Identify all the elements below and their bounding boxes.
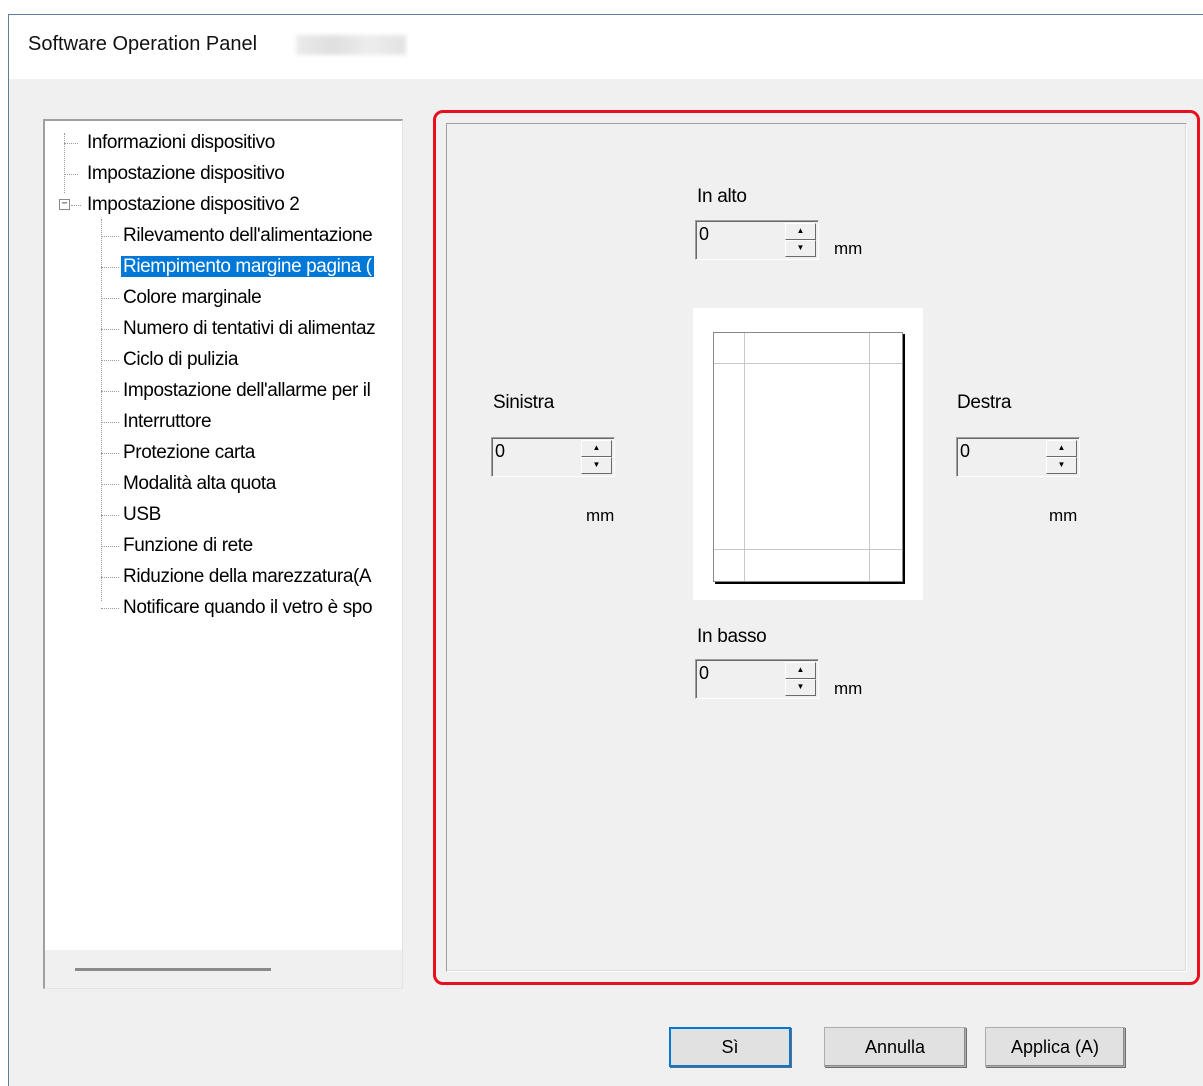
cancel-button[interactable]: Annulla <box>824 1027 966 1067</box>
title-bar[interactable]: Software Operation Panel <box>9 15 1203 79</box>
scrollbar-thumb[interactable] <box>75 968 271 971</box>
right-margin-value[interactable]: 0 <box>960 441 970 462</box>
right-margin-unit: mm <box>1049 506 1078 525</box>
tree-item-impostazione-allarme[interactable]: Impostazione dell'allarme per il <box>121 378 372 404</box>
collapse-toggle-icon[interactable]: − <box>59 199 70 210</box>
left-margin-value[interactable]: 0 <box>495 441 505 462</box>
bottom-margin-value[interactable]: 0 <box>699 663 709 684</box>
tree-connector <box>101 236 119 237</box>
page-preview <box>693 308 923 600</box>
bottom-margin-unit: mm <box>834 679 863 698</box>
apply-button[interactable]: Applica (A) <box>985 1027 1125 1067</box>
tree-item-rilevamento-alimentazione[interactable]: Rilevamento dell'alimentazione <box>121 223 374 249</box>
tree-connector <box>101 546 119 547</box>
tree-item-riempimento-margine-pagina[interactable]: Riempimento margine pagina ( <box>121 254 374 280</box>
tree-connector <box>101 329 119 330</box>
right-margin-increment-icon[interactable]: ▲ <box>1046 440 1077 457</box>
left-margin-unit: mm <box>586 506 615 525</box>
tree-connector <box>101 391 119 392</box>
tree-connector <box>64 174 78 175</box>
tree-connector <box>101 608 119 609</box>
blurred-device-name <box>296 35 406 55</box>
tree-item-funzione-rete[interactable]: Funzione di rete <box>121 533 255 559</box>
bottom-guide-line <box>714 549 902 550</box>
tree-item-notificare-vetro[interactable]: Notificare quando il vetro è spo <box>121 595 374 621</box>
top-guide-line <box>714 363 902 364</box>
page-preview-sheet <box>713 332 903 582</box>
tree-item-riduzione-marezzatura[interactable]: Riduzione della marezzatura(A <box>121 564 373 590</box>
right-margin-label: Destra <box>957 392 1012 413</box>
tree-item-impostazione-dispositivo-2[interactable]: Impostazione dispositivo 2 <box>85 192 301 218</box>
left-margin-increment-icon[interactable]: ▲ <box>581 440 612 457</box>
bottom-margin-spinbox[interactable]: 0 ▲ ▼ <box>695 659 819 699</box>
tree-item-protezione-carta[interactable]: Protezione carta <box>121 440 257 466</box>
tree-connector <box>101 267 119 268</box>
tree-item-ciclo-pulizia[interactable]: Ciclo di pulizia <box>121 347 240 373</box>
top-margin-decrement-icon[interactable]: ▼ <box>785 240 816 257</box>
top-margin-label: In alto <box>697 186 747 207</box>
top-margin-value[interactable]: 0 <box>699 224 709 245</box>
tree-item-modalita-alta-quota[interactable]: Modalità alta quota <box>121 471 278 497</box>
horizontal-scrollbar[interactable] <box>45 950 402 988</box>
tree-item-numero-tentativi[interactable]: Numero di tentativi di alimentaz <box>121 316 377 342</box>
tree-connector <box>101 422 119 423</box>
bottom-margin-increment-icon[interactable]: ▲ <box>785 662 816 679</box>
bottom-margin-decrement-icon[interactable]: ▼ <box>785 679 816 696</box>
bottom-margin-label: In basso <box>697 626 767 647</box>
tree-connector <box>101 515 119 516</box>
right-margin-spinbox[interactable]: 0 ▲ ▼ <box>956 437 1080 477</box>
tree-connector <box>64 133 65 193</box>
left-guide-line <box>744 333 745 581</box>
tree-connector <box>101 219 102 601</box>
tree-item-informazioni-dispositivo[interactable]: Informazioni dispositivo <box>85 130 277 156</box>
tree-item-impostazione-dispositivo[interactable]: Impostazione dispositivo <box>85 161 286 187</box>
top-margin-increment-icon[interactable]: ▲ <box>785 223 816 240</box>
right-margin-decrement-icon[interactable]: ▼ <box>1046 457 1077 474</box>
margin-settings-panel: In alto 0 ▲ ▼ mm Sinistra 0 ▲ ▼ mm Destr… <box>433 110 1200 985</box>
tree-connector <box>101 298 119 299</box>
top-margin-spinbox[interactable]: 0 ▲ ▼ <box>695 220 819 260</box>
top-margin-unit: mm <box>834 239 863 258</box>
left-margin-decrement-icon[interactable]: ▼ <box>581 457 612 474</box>
tree-connector <box>101 484 119 485</box>
tree-item-usb[interactable]: USB <box>121 502 163 528</box>
tree-connector <box>101 453 119 454</box>
right-guide-line <box>869 333 870 581</box>
tree-connector <box>64 143 78 144</box>
dialog-window: Software Operation Panel Informazioni di… <box>8 14 1203 1086</box>
left-margin-spinbox[interactable]: 0 ▲ ▼ <box>491 437 615 477</box>
tree-connector <box>71 205 81 206</box>
panel-groupbox: In alto 0 ▲ ▼ mm Sinistra 0 ▲ ▼ mm Destr… <box>446 123 1187 972</box>
tree-connector <box>101 577 119 578</box>
left-margin-label: Sinistra <box>493 392 554 413</box>
tree-connector <box>101 360 119 361</box>
window-title: Software Operation Panel <box>28 33 258 55</box>
settings-tree[interactable]: Informazioni dispositivo Impostazione di… <box>43 119 403 989</box>
tree-item-interruttore[interactable]: Interruttore <box>121 409 213 435</box>
tree-item-colore-marginale[interactable]: Colore marginale <box>121 285 263 311</box>
ok-button[interactable]: Sì <box>669 1027 791 1067</box>
